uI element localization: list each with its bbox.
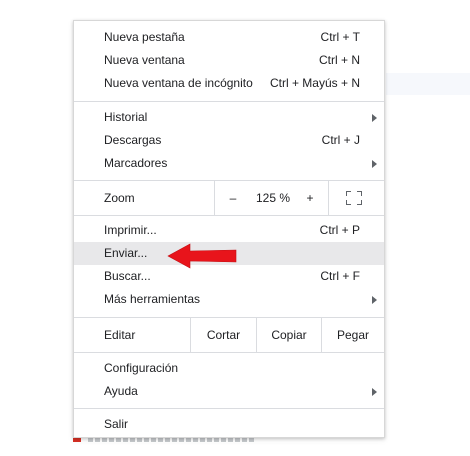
menu-item-downloads[interactable]: Descargas Ctrl + J: [74, 129, 384, 152]
menu-item-label: Historial: [104, 110, 148, 124]
menu-item-label: Enviar...: [104, 246, 148, 260]
chrome-context-menu: Nueva pestaña Ctrl + T Nueva ventana Ctr…: [73, 20, 385, 438]
menu-item-new-window[interactable]: Nueva ventana Ctrl + N: [74, 49, 384, 72]
submenu-arrow-icon: [372, 388, 377, 396]
menu-item-print[interactable]: Imprimir... Ctrl + P: [74, 219, 384, 242]
menu-item-label: Nueva ventana: [104, 53, 185, 67]
menu-item-bookmarks[interactable]: Marcadores: [74, 152, 384, 175]
menu-item-label: Más herramientas: [104, 292, 201, 306]
copy-button[interactable]: Copiar: [257, 318, 321, 352]
red-pointer-arrow-icon: [167, 243, 237, 269]
background-strip: [386, 73, 470, 95]
paste-button[interactable]: Pegar: [322, 318, 384, 352]
menu-item-label: Marcadores: [104, 156, 168, 170]
menu-separator: [74, 352, 384, 353]
menu-separator: [74, 215, 384, 216]
menu-item-history[interactable]: Historial: [74, 106, 384, 129]
cut-button[interactable]: Cortar: [191, 318, 256, 352]
submenu-arrow-icon: [372, 114, 377, 122]
menu-item-label: Buscar...: [104, 269, 151, 283]
background-red-mark: [73, 438, 81, 442]
menu-separator: [74, 408, 384, 409]
zoom-divider: [214, 181, 215, 215]
menu-item-shortcut: Ctrl + T: [320, 30, 360, 44]
fullscreen-icon[interactable]: [346, 191, 362, 205]
menu-item-settings[interactable]: Configuración: [74, 357, 384, 380]
zoom-label: Zoom: [104, 191, 135, 205]
edit-label: Editar: [104, 328, 136, 342]
menu-item-help[interactable]: Ayuda: [74, 380, 384, 403]
menu-item-label: Imprimir...: [104, 223, 157, 237]
menu-item-label: Salir: [104, 417, 129, 431]
menu-item-label: Configuración: [104, 361, 179, 375]
menu-item-incognito-window[interactable]: Nueva ventana de incógnito Ctrl + Mayús …: [74, 72, 384, 95]
edit-row: Editar Cortar Copiar Pegar: [74, 318, 384, 352]
menu-item-exit[interactable]: Salir: [74, 413, 384, 436]
menu-item-shortcut: Ctrl + P: [319, 223, 360, 237]
menu-item-label: Ayuda: [104, 384, 138, 398]
zoom-level: 125 %: [255, 191, 291, 205]
menu-item-new-tab[interactable]: Nueva pestaña Ctrl + T: [74, 26, 384, 49]
menu-item-label: Nueva pestaña: [104, 30, 185, 44]
menu-item-shortcut: Ctrl + Mayús + N: [269, 76, 360, 90]
zoom-divider: [328, 181, 329, 215]
menu-item-label: Descargas: [104, 133, 162, 147]
menu-separator: [74, 101, 384, 102]
menu-item-more-tools[interactable]: Más herramientas: [74, 288, 384, 311]
menu-item-shortcut: Ctrl + J: [321, 133, 360, 147]
submenu-arrow-icon: [372, 160, 377, 168]
menu-item-shortcut: Ctrl + F: [320, 269, 360, 283]
submenu-arrow-icon: [372, 296, 377, 304]
menu-item-label: Nueva ventana de incógnito: [104, 76, 253, 90]
zoom-row: Zoom – 125 % +: [74, 181, 384, 215]
zoom-out-button[interactable]: –: [224, 181, 242, 215]
menu-item-shortcut: Ctrl + N: [318, 53, 360, 67]
zoom-in-button[interactable]: +: [301, 181, 319, 215]
